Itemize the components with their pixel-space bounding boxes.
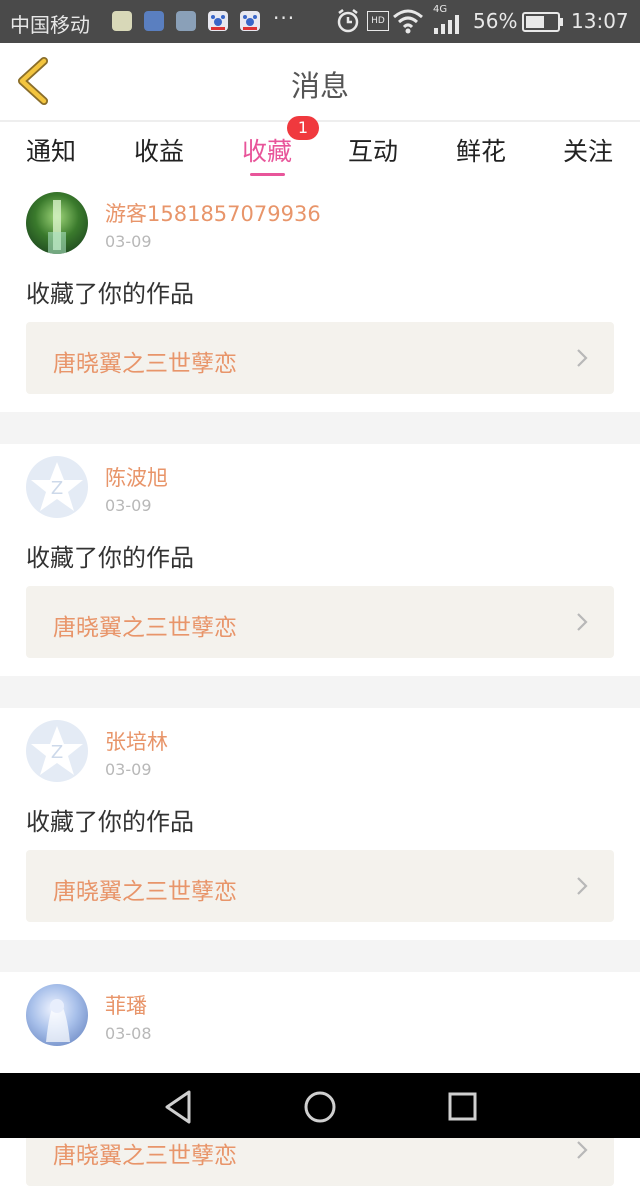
app-photo-icon [144, 11, 164, 31]
timestamp: 03-08 [105, 1024, 152, 1043]
divider [0, 940, 640, 972]
app-paw-icon [240, 11, 260, 31]
clock: 13:07 [571, 9, 629, 33]
battery-percent: 56% [473, 9, 518, 33]
chevron-right-icon [577, 613, 588, 631]
username[interactable]: 游客1581857079936 [105, 198, 321, 228]
work-title: 唐晓翼之三世孽恋 [53, 351, 237, 377]
tab-notice[interactable]: 通知 [6, 132, 96, 168]
favorites-feed: 游客1581857079936 03-09 收藏了你的作品 唐晓翼之三世孽恋 Z… [0, 180, 640, 1204]
list-item: Z 陈波旭 03-09 收藏了你的作品 唐晓翼之三世孽恋 [0, 444, 640, 676]
page-title: 消息 [290, 69, 349, 103]
app-gallery-icon [176, 11, 196, 31]
hd-icon: HD [367, 11, 389, 31]
timestamp: 03-09 [105, 232, 152, 251]
divider [0, 412, 640, 444]
username[interactable]: 张培林 [105, 726, 168, 756]
work-title: 唐晓翼之三世孽恋 [53, 1143, 237, 1169]
list-item: 游客1581857079936 03-09 收藏了你的作品 唐晓翼之三世孽恋 [0, 180, 640, 412]
chevron-right-icon [577, 1141, 588, 1159]
avatar[interactable]: Z [26, 456, 88, 518]
list-item: Z 张培林 03-09 收藏了你的作品 唐晓翼之三世孽恋 [0, 708, 640, 940]
tab-flowers[interactable]: 鲜花 [436, 132, 526, 168]
tab-bar: 通知 收益 收藏 互动 鲜花 关注 [0, 122, 640, 180]
active-tab-indicator [250, 173, 285, 176]
divider [0, 676, 640, 708]
recents-square-icon[interactable] [442, 1087, 482, 1127]
tab-interaction[interactable]: 互动 [328, 132, 418, 168]
home-circle-icon[interactable] [300, 1087, 340, 1127]
work-link[interactable]: 唐晓翼之三世孽恋 [26, 322, 614, 394]
action-text: 收藏了你的作品 [26, 544, 194, 572]
username[interactable]: 陈波旭 [105, 462, 168, 492]
tab-badge: 1 [287, 116, 319, 140]
tab-earnings[interactable]: 收益 [114, 132, 204, 168]
timestamp: 03-09 [105, 760, 152, 779]
action-text: 收藏了你的作品 [26, 280, 194, 308]
more-notifications: ··· [273, 6, 296, 30]
battery-icon [522, 12, 563, 32]
work-title: 唐晓翼之三世孽恋 [53, 879, 237, 905]
work-link[interactable]: 唐晓翼之三世孽恋 [26, 586, 614, 658]
avatar[interactable] [26, 984, 88, 1046]
avatar[interactable]: Z [26, 720, 88, 782]
svg-text:Z: Z [51, 742, 63, 763]
chevron-right-icon [577, 877, 588, 895]
tab-follow[interactable]: 关注 [543, 132, 633, 168]
system-nav-bar [0, 1073, 640, 1138]
signal-icon [434, 15, 459, 34]
work-link[interactable]: 唐晓翼之三世孽恋 [26, 850, 614, 922]
back-triangle-icon[interactable] [158, 1087, 198, 1127]
avatar[interactable] [26, 192, 88, 254]
timestamp: 03-09 [105, 496, 152, 515]
chevron-right-icon [577, 349, 588, 367]
action-text: 收藏了你的作品 [26, 808, 194, 836]
wifi-icon [393, 9, 423, 34]
app-notification-icon [112, 11, 132, 31]
app-header: 消息 [0, 43, 640, 121]
username[interactable]: 菲璠 [105, 990, 147, 1020]
svg-text:Z: Z [51, 478, 63, 499]
work-title: 唐晓翼之三世孽恋 [53, 615, 237, 641]
status-bar: 中国移动 ··· HD 4G 56% 13:07 [0, 0, 640, 43]
carrier-label: 中国移动 [10, 13, 90, 37]
alarm-icon [337, 9, 359, 33]
app-paw-icon [208, 11, 228, 31]
